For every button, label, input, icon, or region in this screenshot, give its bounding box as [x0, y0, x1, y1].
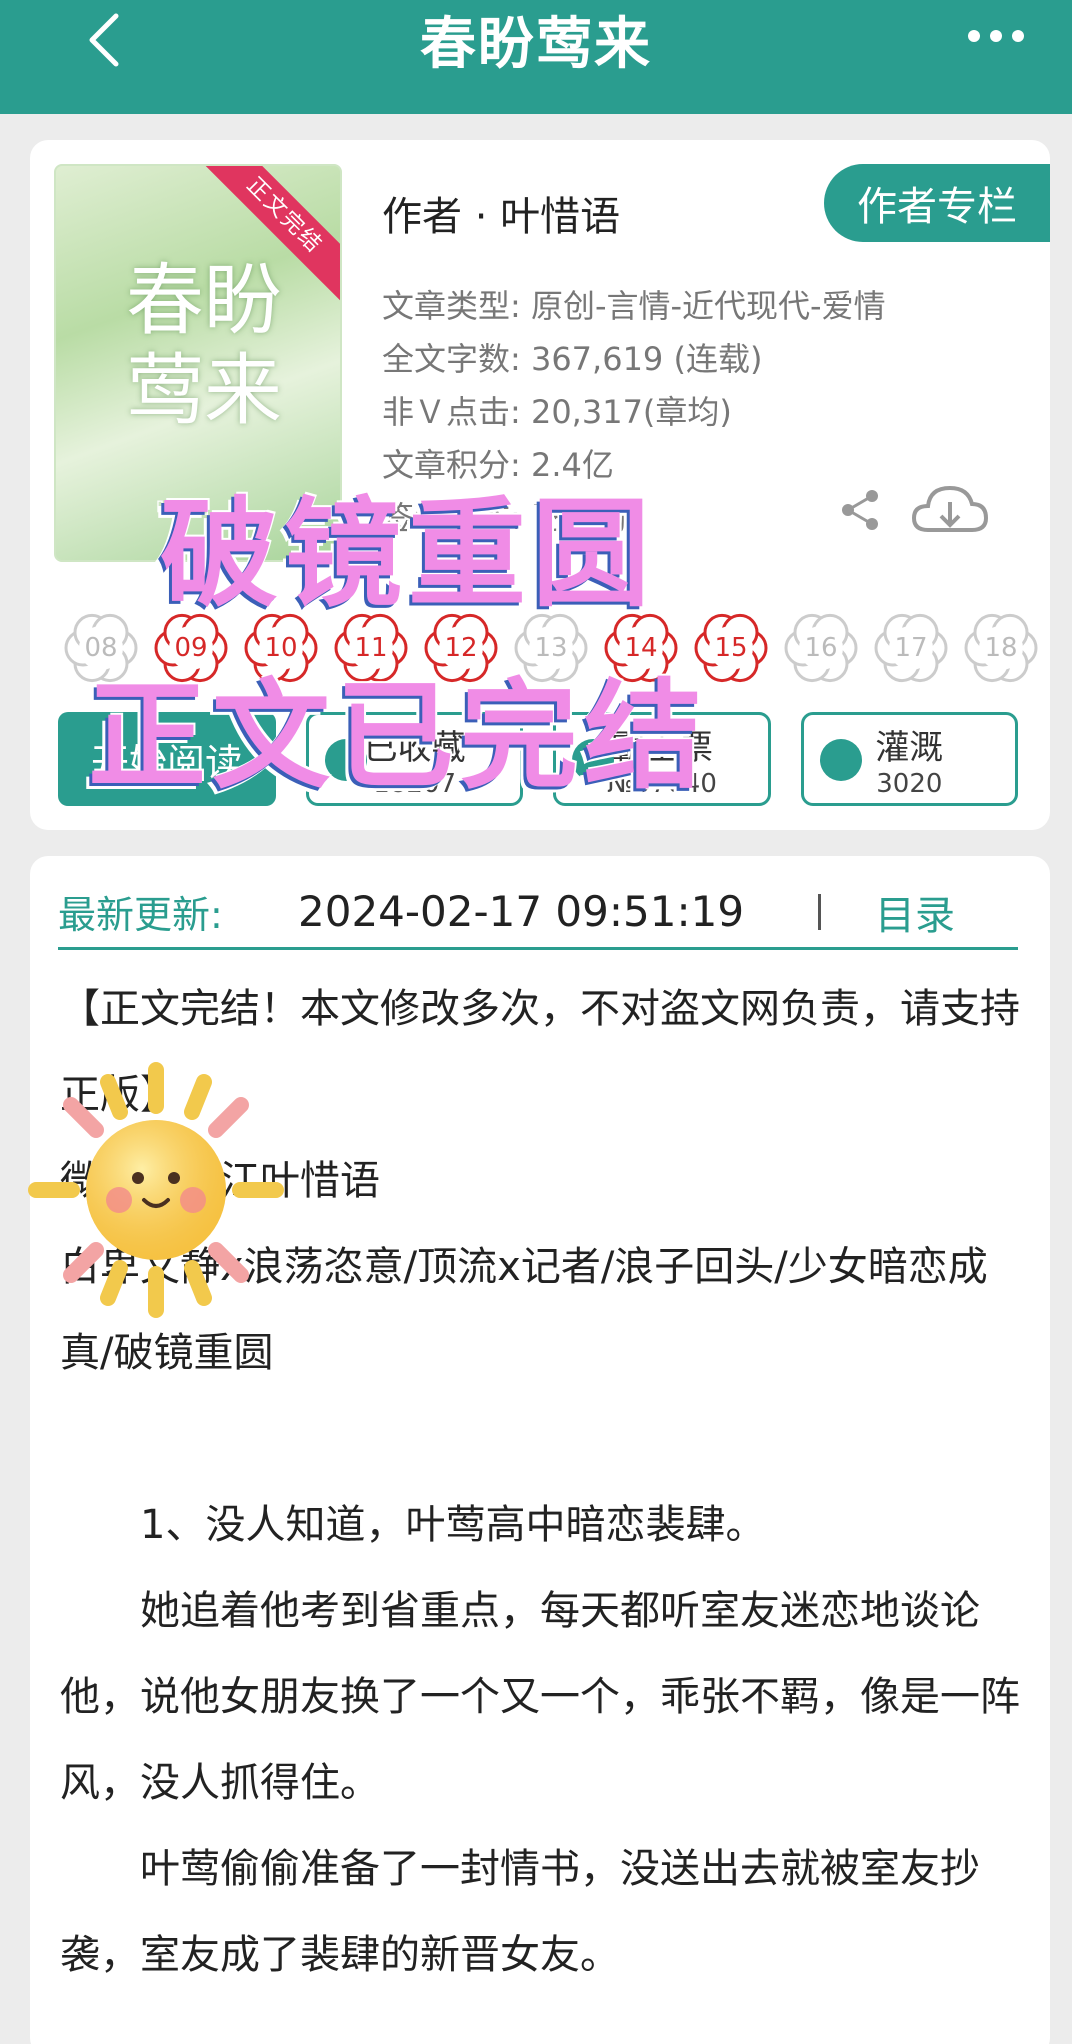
date-flower[interactable]: 18 — [960, 610, 1042, 686]
latest-update-row: 最新更新: 2024-02-17 09:51:19 目录 — [58, 876, 1018, 950]
author-column-button[interactable]: 作者专栏 — [824, 164, 1050, 242]
intro-paragraph: 她追着他考到省重点，每天都听室友迷恋地谈论他，说他女朋友换了一个又一个，乖张不羁… — [60, 1588, 1020, 1806]
date-flower[interactable]: 17 — [870, 610, 952, 686]
water-count: 3020 — [876, 768, 943, 799]
water-label: 灌溉 — [875, 727, 944, 768]
overlay-sticker-line2: 正文已完结 — [88, 667, 709, 805]
content-card: 最新更新: 2024-02-17 09:51:19 目录 【正文完结！本文修改多… — [30, 856, 1050, 2044]
cover-title: 春盼莺来 — [126, 256, 283, 436]
word-count: 全文字数: 367,619 (连载) — [382, 340, 763, 378]
download-icon[interactable] — [910, 480, 990, 540]
chevron-left-icon[interactable] — [80, 10, 130, 70]
date-label: 18 — [984, 633, 1018, 663]
sun-sticker-icon — [28, 1062, 284, 1318]
intro-paragraph: 叶莺偷偷准备了一封情书，没送出去就被室友抄袭，室友成了裴肆的新晋女友。 — [60, 1846, 980, 1978]
app-header: 春盼莺来 — [0, 0, 1072, 114]
divider — [818, 893, 821, 930]
date-label: 17 — [894, 633, 928, 663]
date-label: 16 — [804, 633, 838, 663]
water-button[interactable]: 灌溉 3020 — [800, 712, 1018, 806]
page-title: 春盼莺来 — [420, 11, 652, 77]
overlay-sticker-line1: 破镜重圆 — [160, 485, 657, 623]
book-type: 文章类型: 原创-言情-近代现代-爱情 — [382, 287, 886, 325]
more-dots-icon[interactable] — [968, 30, 1024, 46]
date-label: 15 — [714, 633, 748, 663]
click-count: 非Ｖ点击: 20,317(章均) — [382, 393, 732, 431]
date-flower[interactable]: 16 — [780, 610, 862, 686]
share-icon[interactable] — [836, 486, 884, 534]
toc-link[interactable]: 目录 — [875, 883, 955, 941]
intro-paragraph: 1、没人知道，叶莺高中暗恋裴肆。 — [140, 1502, 766, 1548]
author-name[interactable]: 作者 · 叶惜语 — [382, 184, 620, 242]
watering-can-icon — [819, 739, 862, 781]
latest-update-time[interactable]: 2024-02-17 09:51:19 — [298, 887, 818, 936]
latest-update-label: 最新更新: — [58, 893, 223, 937]
